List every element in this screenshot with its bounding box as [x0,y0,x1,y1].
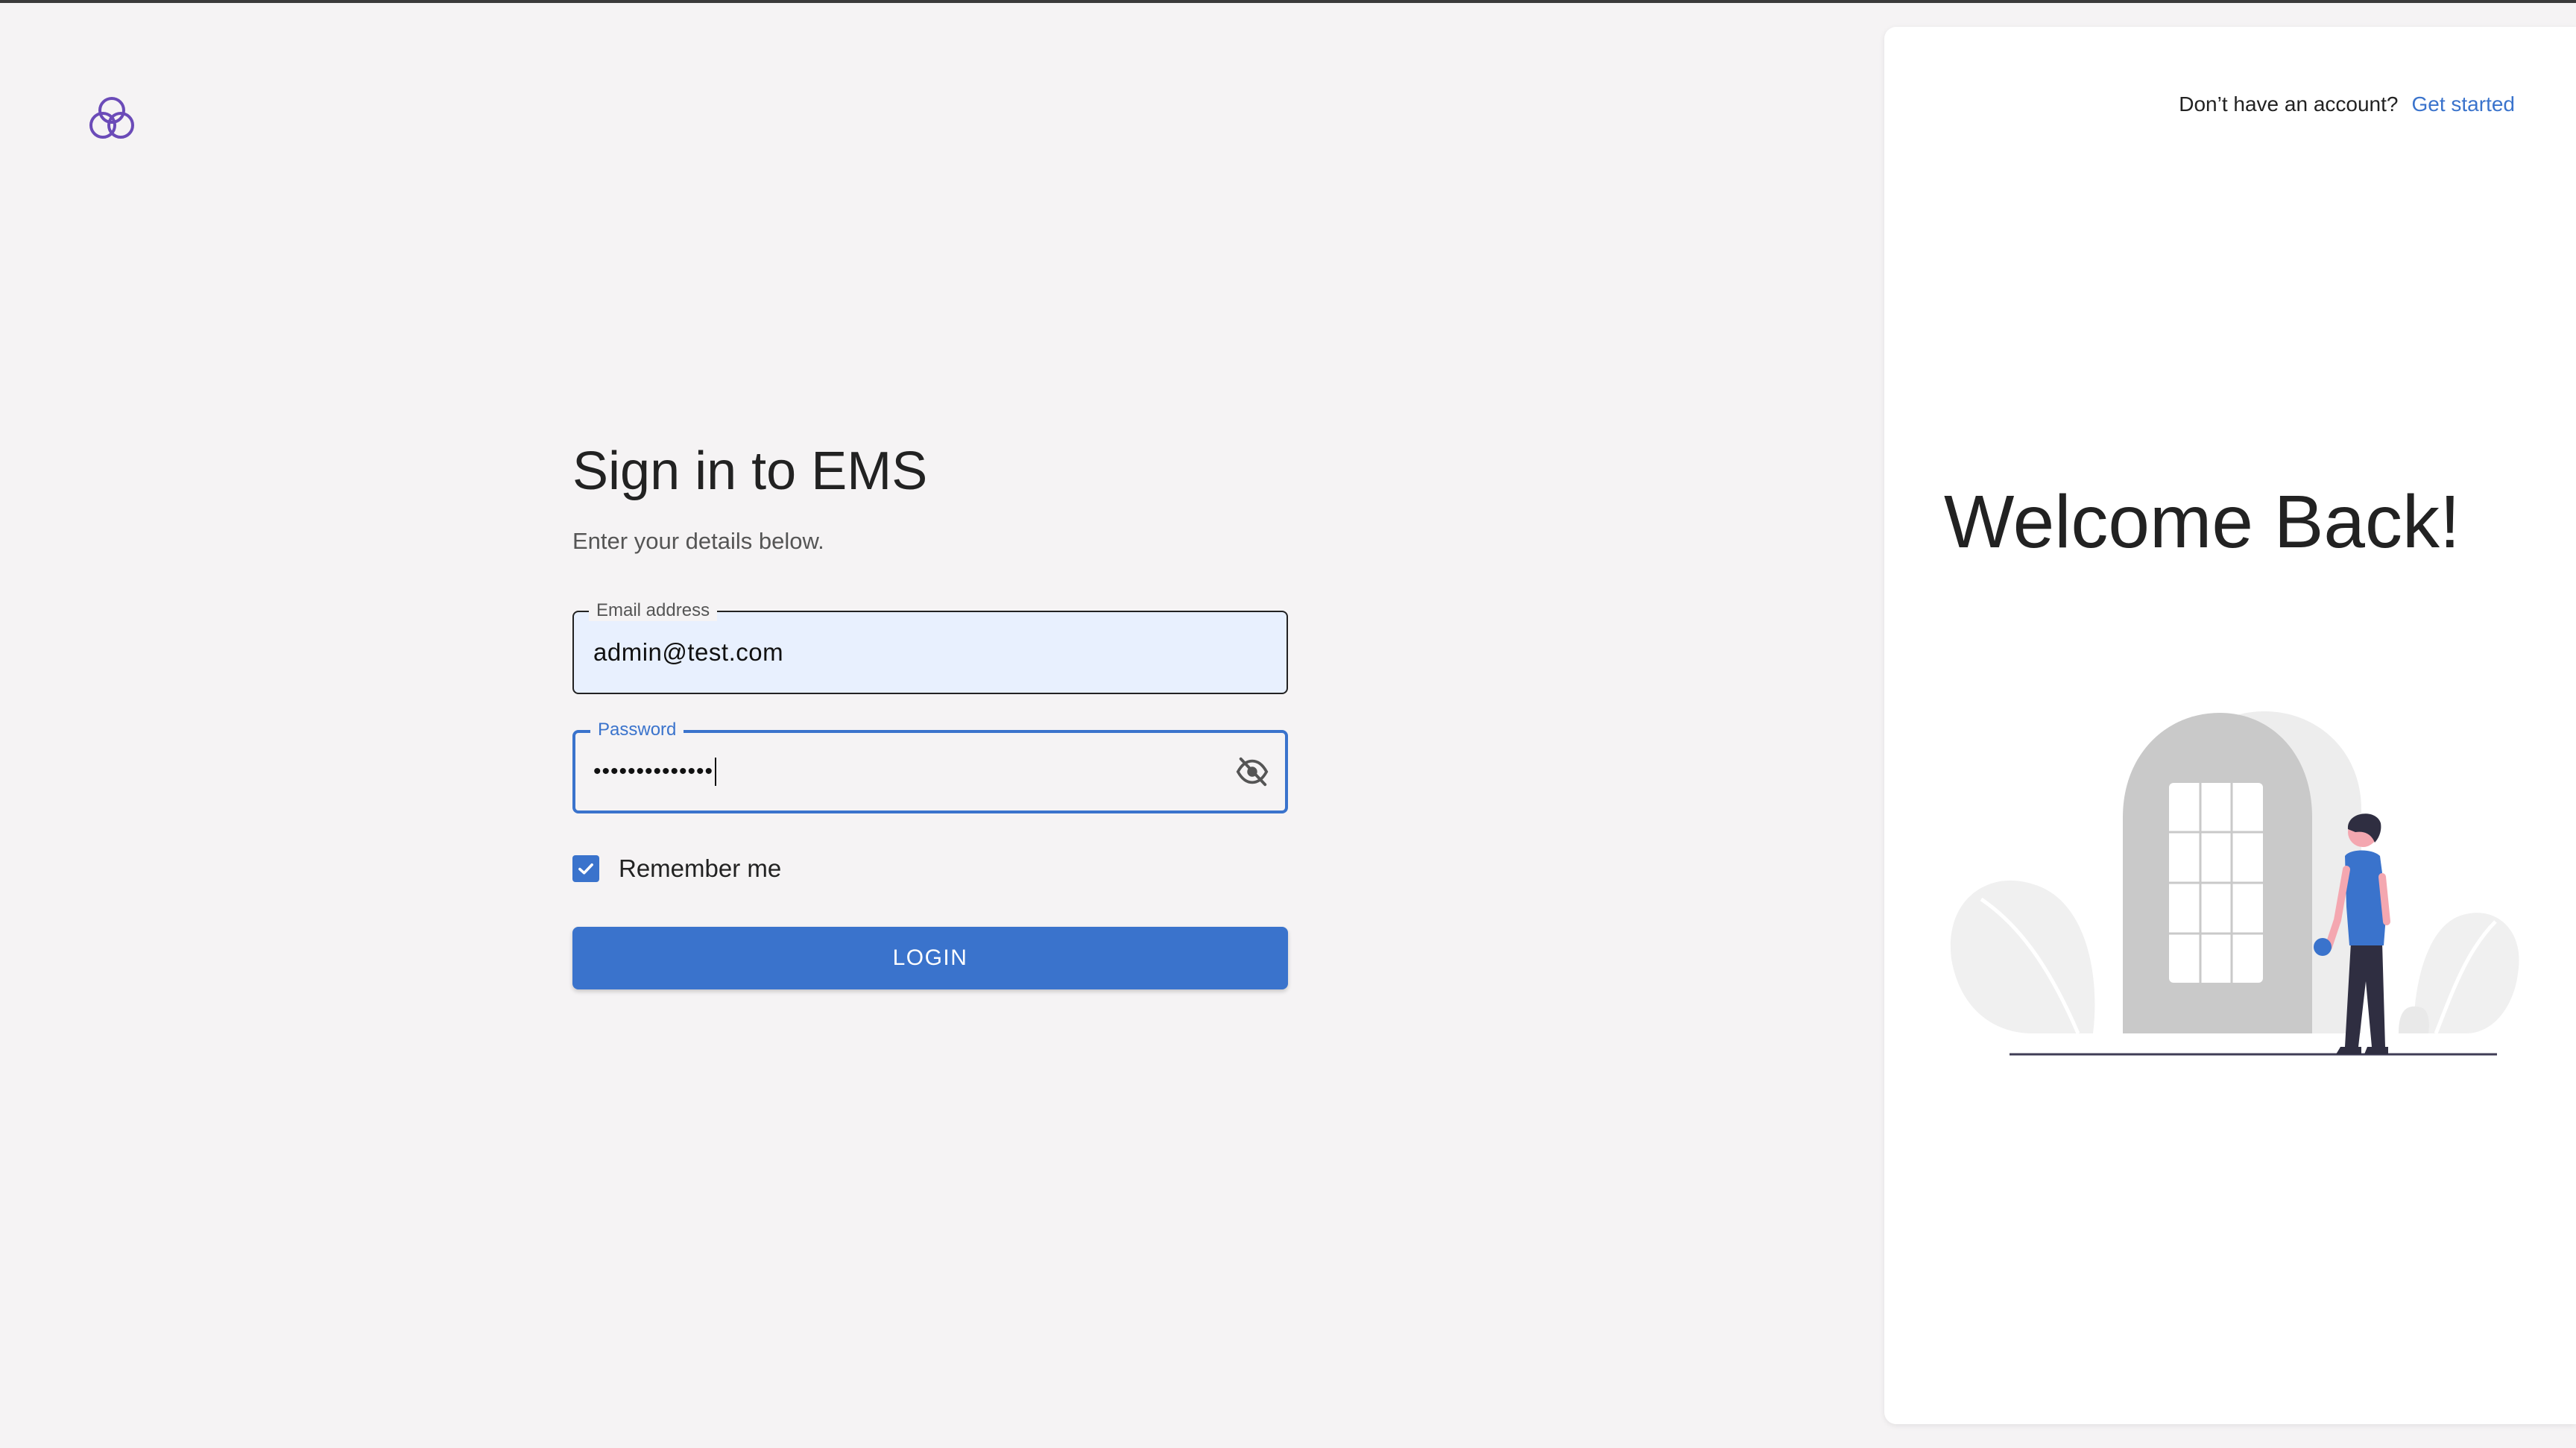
password-field-value-wrap[interactable]: •••••••••••••• [593,733,717,810]
eye-off-icon[interactable] [1233,752,1272,791]
text-caret [715,758,717,786]
password-field-value: •••••••••••••• [593,759,714,784]
remember-me[interactable]: Remember me [572,854,1288,884]
get-started-link[interactable]: Get started [2411,92,2515,116]
welcome-panel: Don’t have an account? Get started Welco… [1884,27,2576,1424]
signup-prompt-text: Don’t have an account? [2179,92,2399,116]
email-field[interactable]: Email address admin@test.com [572,600,1288,694]
welcome-heading: Welcome Back! [1944,480,2460,564]
login-form: Sign in to EMS Enter your details below.… [572,444,1288,989]
password-field[interactable]: Password •••••••••••••• [572,720,1288,813]
logo-icon[interactable] [85,91,139,145]
remember-me-checkbox[interactable] [572,855,599,882]
email-field-value[interactable]: admin@test.com [593,612,783,693]
check-icon [578,863,593,875]
page-title: Sign in to EMS [572,441,928,501]
remember-me-label: Remember me [619,854,782,882]
page-subtitle: Enter your details below. [572,528,824,554]
window-top-border [0,0,2576,3]
door-illustration [1950,711,2519,1056]
login-button[interactable]: LOGIN [572,927,1288,989]
signup-prompt: Don’t have an account? Get started [2179,92,2515,116]
